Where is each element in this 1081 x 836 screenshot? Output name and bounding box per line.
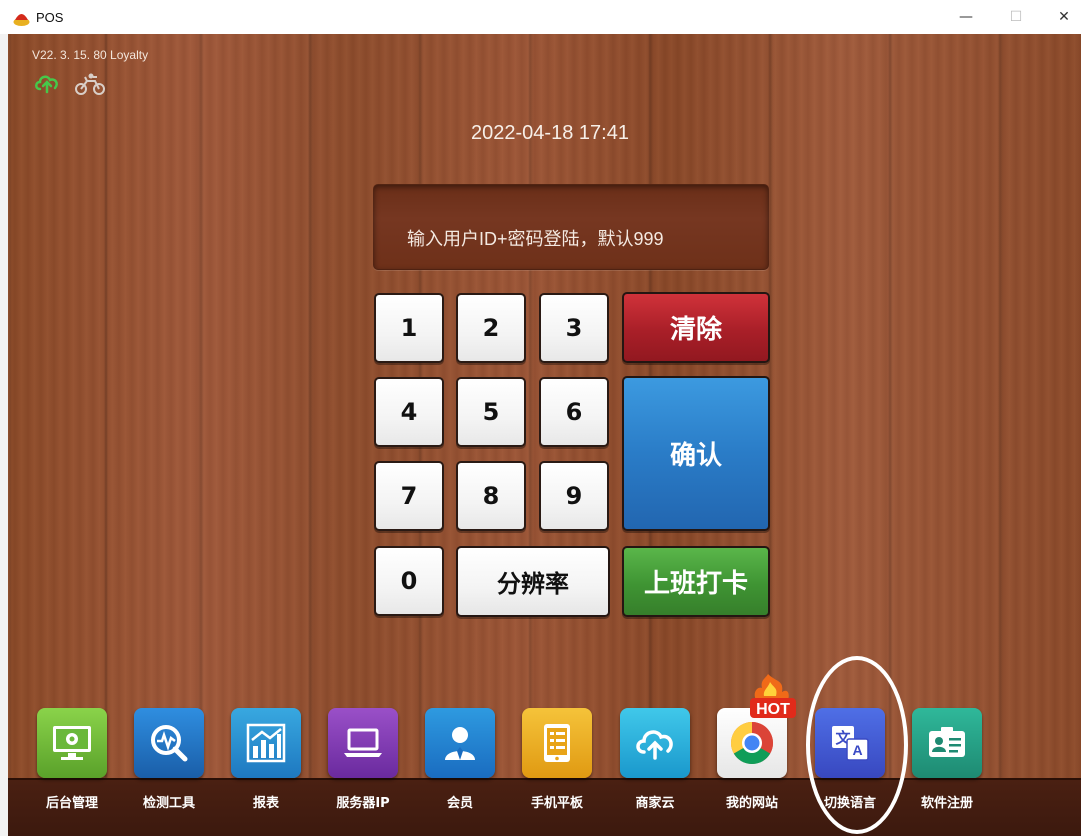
dock-label-admin: 后台管理 bbox=[45, 796, 98, 811]
clock-in-button[interactable]: 上班打卡 bbox=[622, 546, 770, 617]
keypad-key-7[interactable]: 7 bbox=[374, 461, 444, 531]
current-datetime: 2022-04-18 17:41 bbox=[471, 122, 629, 144]
close-button[interactable]: ✕ bbox=[1041, 0, 1081, 34]
dock-item-detect-tool[interactable]: 检测工具 bbox=[134, 708, 204, 828]
dock-item-software-register[interactable]: 软件注册 bbox=[912, 708, 982, 828]
dock-item-admin[interactable]: 后台管理 bbox=[37, 708, 107, 828]
version-label: V22. 3. 15. 80 Loyalty bbox=[32, 48, 149, 62]
dock-item-tablet[interactable]: 手机平板 bbox=[522, 708, 592, 828]
hot-badge-text: HOT bbox=[756, 701, 790, 718]
highlight-annotation-circle bbox=[806, 656, 908, 834]
cloud-upload-icon bbox=[620, 708, 690, 778]
window-left-border bbox=[0, 34, 8, 836]
dock-label-merchant-cloud: 商家云 bbox=[635, 796, 675, 811]
keypad-key-9[interactable]: 9 bbox=[539, 461, 609, 531]
dock-item-member[interactable]: 会员 bbox=[425, 708, 495, 828]
confirm-button[interactable]: 确认 bbox=[622, 376, 770, 531]
dock-item-my-website[interactable]: 我的网站 bbox=[717, 708, 787, 828]
dock-label-report: 报表 bbox=[252, 796, 279, 811]
resolution-button[interactable]: 分辨率 bbox=[456, 546, 610, 617]
keypad-key-2[interactable]: 2 bbox=[456, 293, 526, 363]
magnifier-pulse-icon bbox=[134, 708, 204, 778]
dock-label-member: 会员 bbox=[446, 796, 473, 811]
dock-label-detect-tool: 检测工具 bbox=[142, 796, 195, 811]
hot-badge-icon: HOT bbox=[750, 674, 796, 718]
delivery-bike-icon[interactable] bbox=[73, 72, 107, 96]
window-title: POS bbox=[36, 10, 64, 25]
dock-item-report[interactable]: 报表 bbox=[231, 708, 301, 828]
cloud-upload-status-icon[interactable] bbox=[33, 72, 61, 94]
laptop-icon bbox=[328, 708, 398, 778]
pos-app-icon bbox=[13, 14, 30, 26]
keypad-key-6[interactable]: 6 bbox=[539, 377, 609, 447]
window-titlebar: POS — ☐ ✕ bbox=[0, 0, 1081, 34]
user-icon bbox=[425, 708, 495, 778]
keypad-key-3[interactable]: 3 bbox=[539, 293, 609, 363]
keypad-key-1[interactable]: 1 bbox=[374, 293, 444, 363]
id-card-icon bbox=[912, 708, 982, 778]
user-id-password-input[interactable]: 输入用户ID+密码登陆，默认999 bbox=[373, 184, 769, 270]
clear-button[interactable]: 清除 bbox=[622, 292, 770, 363]
minimize-button[interactable]: — bbox=[943, 0, 989, 34]
dock-label-tablet: 手机平板 bbox=[530, 796, 583, 811]
dock-item-server-ip[interactable]: 服务器IP bbox=[328, 708, 398, 828]
user-id-prompt: 输入用户ID+密码登陆，默认999 bbox=[407, 229, 664, 249]
keypad-key-8[interactable]: 8 bbox=[456, 461, 526, 531]
dock-label-my-website: 我的网站 bbox=[725, 796, 778, 811]
keypad-key-0[interactable]: 0 bbox=[374, 546, 444, 616]
tablet-icon bbox=[522, 708, 592, 778]
keypad-key-5[interactable]: 5 bbox=[456, 377, 526, 447]
dock-item-merchant-cloud[interactable]: 商家云 bbox=[620, 708, 690, 828]
keypad-key-4[interactable]: 4 bbox=[374, 377, 444, 447]
dock-label-server-ip: 服务器IP bbox=[336, 796, 390, 811]
dock-label-software-register: 软件注册 bbox=[920, 796, 973, 811]
monitor-gear-icon bbox=[37, 708, 107, 778]
maximize-button[interactable]: ☐ bbox=[993, 0, 1039, 34]
bar-chart-icon bbox=[231, 708, 301, 778]
